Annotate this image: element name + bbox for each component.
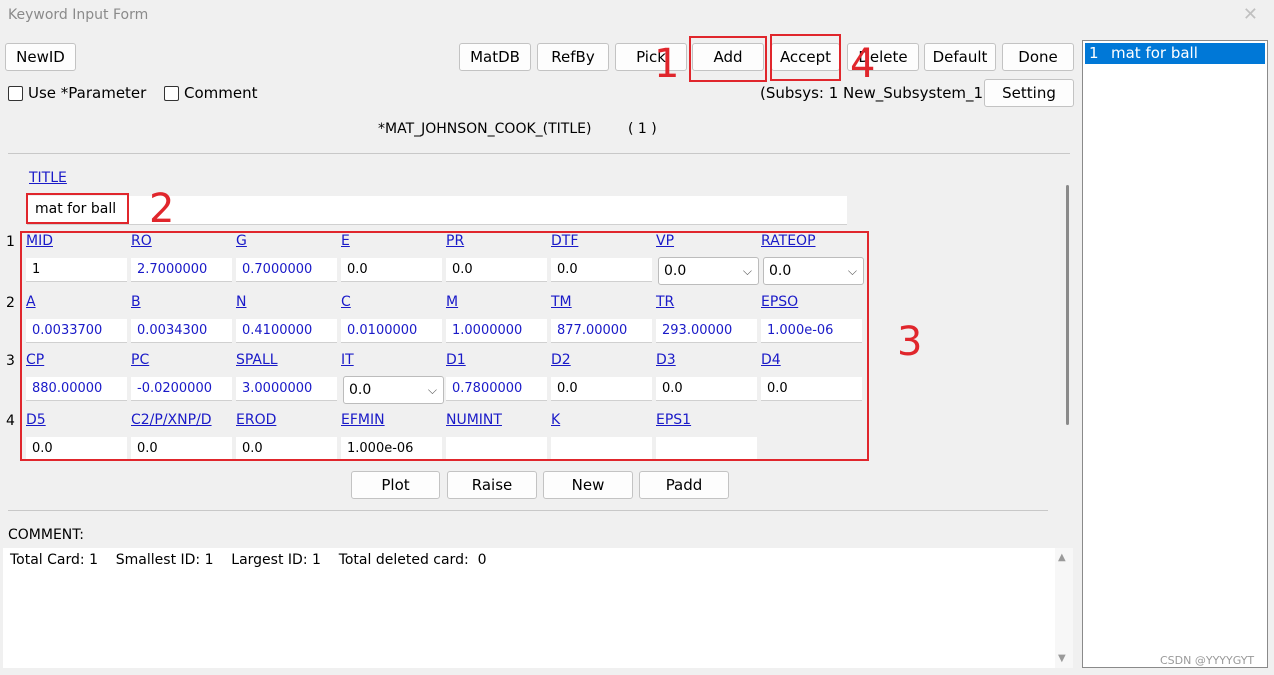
comment-text-area[interactable]: Total Card: 1 Smallest ID: 1 Largest ID:… (3, 548, 1055, 668)
annotation-number-3: 3 (897, 319, 923, 365)
form-scrollbar-thumb[interactable] (1066, 185, 1069, 425)
card-row-number: 2 (6, 295, 15, 311)
card-row-number: 4 (6, 413, 15, 429)
checkbox-box-icon (8, 85, 23, 101)
comment-stats: Total Card: 1 Smallest ID: 1 Largest ID:… (10, 552, 487, 568)
annotation-box-accept (770, 34, 841, 81)
padd-button[interactable]: Padd (639, 471, 729, 499)
annotation-number-2: 2 (149, 186, 175, 232)
annotation-number-1: 1 (654, 41, 680, 87)
annotation-box-title (26, 193, 129, 224)
window-titlebar: Keyword Input Form ✕ (0, 0, 1274, 34)
title-field-label[interactable]: TITLE (29, 170, 67, 186)
comment-label: COMMENT: (8, 527, 85, 543)
annotation-box-cards (20, 231, 869, 461)
card-row-number: 3 (6, 353, 15, 369)
new-button[interactable]: New (543, 471, 633, 499)
setting-button[interactable]: Setting (984, 79, 1074, 107)
annotation-number-4: 4 (850, 41, 876, 87)
close-icon[interactable]: ✕ (1243, 4, 1258, 25)
keyword-name: *MAT_JOHNSON_COOK_(TITLE) (378, 121, 592, 137)
default-button[interactable]: Default (924, 43, 996, 71)
list-item-id: 1 (1089, 44, 1099, 62)
checkbox-box-icon (164, 85, 179, 101)
done-button[interactable]: Done (1002, 43, 1074, 71)
list-item-name: mat for ball (1111, 44, 1198, 62)
comment-scrollbar[interactable]: ▲ ▼ (1055, 548, 1073, 668)
use-parameter-checkbox[interactable]: Use *Parameter (8, 84, 146, 102)
refby-button[interactable]: RefBy (537, 43, 609, 71)
annotation-box-add (689, 36, 767, 82)
keyword-count: ( 1 ) (628, 121, 657, 137)
watermark: CSDN @YYYYGYT (1160, 654, 1255, 667)
plot-button[interactable]: Plot (351, 471, 440, 499)
card-list[interactable]: 1 mat for ball (1082, 40, 1268, 668)
comment-divider (8, 510, 1048, 511)
matdb-button[interactable]: MatDB (459, 43, 531, 71)
card-row-number: 1 (6, 234, 15, 250)
scroll-down-icon[interactable]: ▼ (1058, 653, 1066, 664)
use-parameter-label: Use *Parameter (28, 84, 147, 102)
list-item[interactable]: 1 mat for ball (1085, 43, 1265, 64)
comment-checkbox-label: Comment (184, 84, 258, 102)
newid-button[interactable]: NewID (5, 43, 76, 71)
scroll-up-icon[interactable]: ▲ (1058, 552, 1066, 563)
raise-button[interactable]: Raise (447, 471, 537, 499)
window-title: Keyword Input Form (8, 7, 149, 23)
comment-checkbox[interactable]: Comment (164, 84, 258, 102)
header-divider (8, 153, 1070, 154)
